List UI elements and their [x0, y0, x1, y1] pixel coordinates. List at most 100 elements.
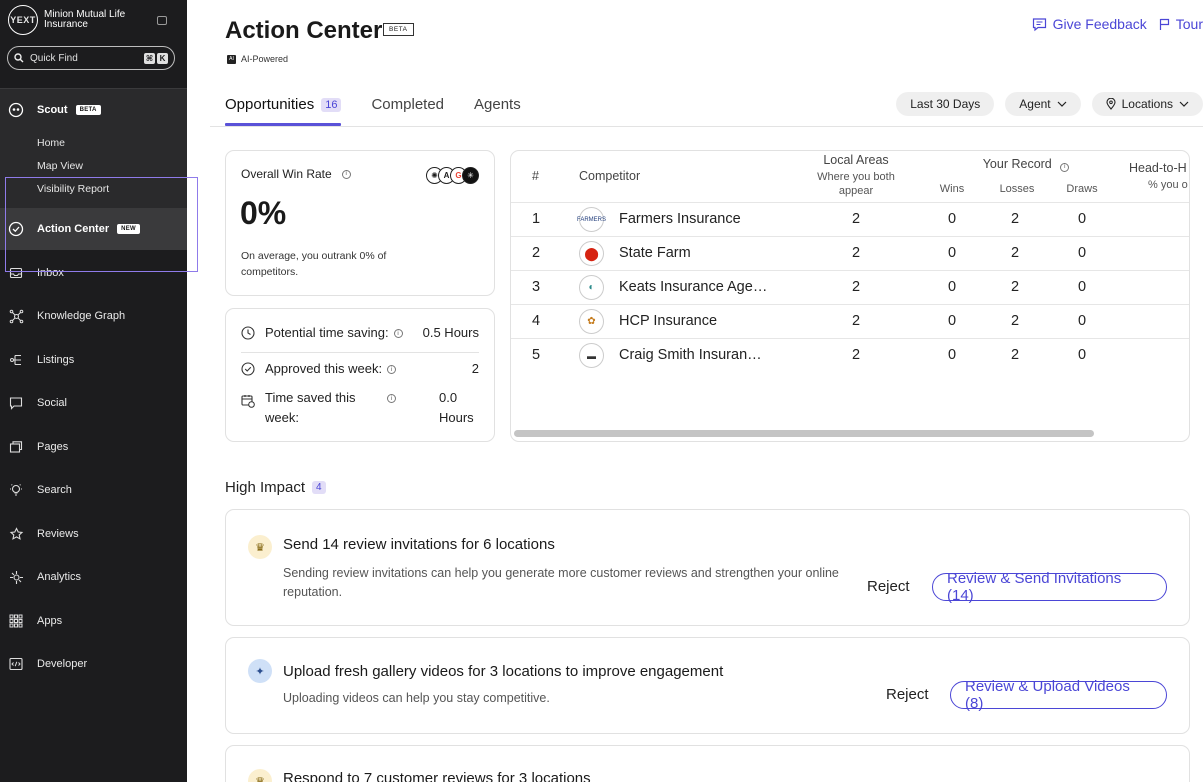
win-rate-value: 0% — [240, 195, 287, 231]
upload-videos-card: ✦ Upload fresh gallery videos for 3 loca… — [225, 637, 1190, 734]
competitor-name[interactable]: Keats Insurance Age… — [619, 279, 767, 295]
info-icon[interactable]: i — [1060, 162, 1070, 172]
quick-find-label: Quick Find — [30, 52, 78, 64]
quick-find-input[interactable]: Quick Find ⌘ K — [7, 46, 175, 70]
filter-bar: Last 30 Days Agent Locations — [896, 92, 1203, 116]
apps-icon — [8, 613, 24, 629]
sidebar-item-knowledge-graph[interactable]: Knowledge Graph — [0, 305, 187, 327]
keats-logo-icon: ◐ — [579, 275, 604, 300]
competitor-name[interactable]: Farmers Insurance — [619, 211, 741, 227]
win-rate-card: Overall Win Rate i ✺ A G ✳ 0% On average… — [225, 150, 495, 296]
info-icon[interactable]: i — [393, 329, 403, 338]
locations-filter[interactable]: Locations — [1091, 92, 1203, 116]
sidebar-item-apps[interactable]: Apps — [0, 610, 187, 632]
clock-icon — [241, 326, 255, 340]
sidebar-item-label: Search — [37, 484, 72, 496]
table-row[interactable]: 5 ▬ Craig Smith Insuran… 2 0 2 0 — [511, 338, 1189, 372]
brand[interactable]: YEXT Minion Mutual Life Insurance — [0, 0, 187, 40]
losses-value: 2 — [1011, 245, 1020, 261]
tab-bar: Opportunities 16 Completed Agents — [225, 96, 521, 126]
high-impact-label: High Impact — [225, 479, 306, 496]
feedback-icon — [1032, 17, 1046, 31]
info-icon[interactable]: i — [341, 169, 351, 179]
reviews-icon — [8, 526, 24, 542]
table-row[interactable]: 1 FARMERS Farmers Insurance 2 0 2 0 — [511, 202, 1189, 236]
time-saved-this-week-label: Time saved this week: — [265, 390, 356, 425]
collapse-sidebar-icon[interactable] — [157, 15, 167, 25]
row-number: 5 — [532, 347, 541, 363]
win-rate-label: Overall Win Rate i — [241, 167, 351, 181]
sidebar-item-social[interactable]: Social — [0, 392, 187, 414]
sidebar-subitem-home[interactable]: Home — [37, 137, 65, 149]
sidebar-item-listings[interactable]: Listings — [0, 349, 187, 371]
sidebar-item-label: Apps — [37, 615, 63, 627]
info-icon[interactable]: i — [387, 394, 396, 403]
perplexity-logo-icon: ✳ — [462, 167, 479, 184]
time-saved-this-week-row: Time saved this week: i 0.0 Hours — [241, 388, 479, 428]
wins-value: 0 — [948, 279, 957, 295]
sidebar-item-analytics[interactable]: Analytics — [0, 566, 187, 588]
cmd-key: ⌘ — [144, 52, 155, 64]
tab-agents[interactable]: Agents — [474, 96, 521, 126]
potential-time-saving-value: 0.5 Hours — [422, 325, 479, 340]
column-header-losses[interactable]: Losses — [992, 182, 1042, 196]
reject-button[interactable]: Reject — [867, 578, 910, 595]
draws-value: 0 — [1078, 279, 1087, 295]
reject-button[interactable]: Reject — [886, 686, 929, 703]
review-send-invitations-button[interactable]: Review & Send Invitations (14) — [932, 570, 1167, 604]
tab-opportunities[interactable]: Opportunities 16 — [225, 96, 342, 126]
scout-icon — [8, 102, 24, 118]
sidebar-subitem-map-view[interactable]: Map View — [37, 160, 83, 172]
date-range-filter[interactable]: Last 30 Days — [896, 92, 995, 116]
tour-button[interactable]: Tour — [1159, 16, 1203, 32]
row-number: 2 — [532, 245, 541, 261]
sidebar-item-label: Pages — [37, 441, 69, 453]
column-header-number: # — [532, 169, 539, 183]
competitor-name[interactable]: HCP Insurance — [619, 313, 717, 329]
agent-filter[interactable]: Agent — [1005, 92, 1081, 116]
high-impact-heading: High Impact 4 — [225, 479, 326, 496]
sidebar-item-scout[interactable]: Scout BETA — [0, 99, 187, 121]
sparkle-icon: ✦ — [248, 659, 272, 683]
craig-smith-logo-icon: ▬ — [579, 343, 604, 368]
competitor-name[interactable]: State Farm — [619, 245, 691, 261]
info-icon[interactable]: i — [387, 365, 397, 374]
give-feedback-button[interactable]: Give Feedback — [1032, 16, 1147, 32]
table-row[interactable]: 4 ✿ HCP Insurance 2 0 2 0 — [511, 304, 1189, 338]
ai-model-logos: ✺ A G ✳ — [426, 167, 479, 184]
column-header-head-to-head[interactable]: Head-to-H — [1129, 161, 1187, 175]
locations-filter-label: Locations — [1121, 97, 1173, 111]
knowledge-graph-icon — [8, 308, 24, 324]
competitor-name[interactable]: Craig Smith Insuran… — [619, 347, 762, 363]
horizontal-scrollbar[interactable] — [514, 430, 1094, 437]
table-row[interactable]: 2 ⬤ State Farm 2 0 2 0 — [511, 236, 1189, 270]
column-header-local-areas[interactable]: Local Areas — [801, 153, 911, 167]
social-icon — [8, 395, 24, 411]
win-rate-description: On average, you outrank 0% of competitor… — [241, 250, 387, 278]
column-header-competitor[interactable]: Competitor — [579, 169, 640, 183]
respond-reviews-card: ♛ Respond to 7 customer reviews for 3 lo… — [225, 745, 1190, 782]
approved-this-week-label: Approved this week: — [265, 361, 383, 376]
tour-label: Tour — [1175, 16, 1203, 32]
losses-value: 2 — [1011, 347, 1020, 363]
local-areas-value: 2 — [852, 211, 861, 227]
sidebar-item-label: Listings — [37, 354, 75, 366]
state-farm-logo-icon: ⬤ — [579, 241, 604, 266]
tab-label: Agents — [474, 96, 521, 113]
table-row[interactable]: 3 ◐ Keats Insurance Age… 2 0 2 0 — [511, 270, 1189, 304]
tab-completed[interactable]: Completed — [371, 96, 444, 126]
review-upload-videos-button[interactable]: Review & Upload Videos (8) — [950, 678, 1167, 712]
column-header-draws[interactable]: Draws — [1060, 182, 1104, 196]
action-description: Sending review invitations can help you … — [283, 566, 839, 599]
sidebar-item-developer[interactable]: Developer — [0, 653, 187, 675]
column-header-wins[interactable]: Wins — [931, 182, 973, 196]
losses-value: 2 — [1011, 279, 1020, 295]
approved-this-week-value: 2 — [471, 361, 479, 376]
hcp-logo-icon: ✿ — [579, 309, 604, 334]
sidebar-item-pages[interactable]: Pages — [0, 436, 187, 458]
row-number: 3 — [532, 279, 541, 295]
sidebar-item-search[interactable]: Search — [0, 479, 187, 501]
stats-divider — [241, 352, 479, 353]
sidebar-item-reviews[interactable]: Reviews — [0, 523, 187, 545]
sidebar-item-label: Analytics — [37, 571, 82, 583]
